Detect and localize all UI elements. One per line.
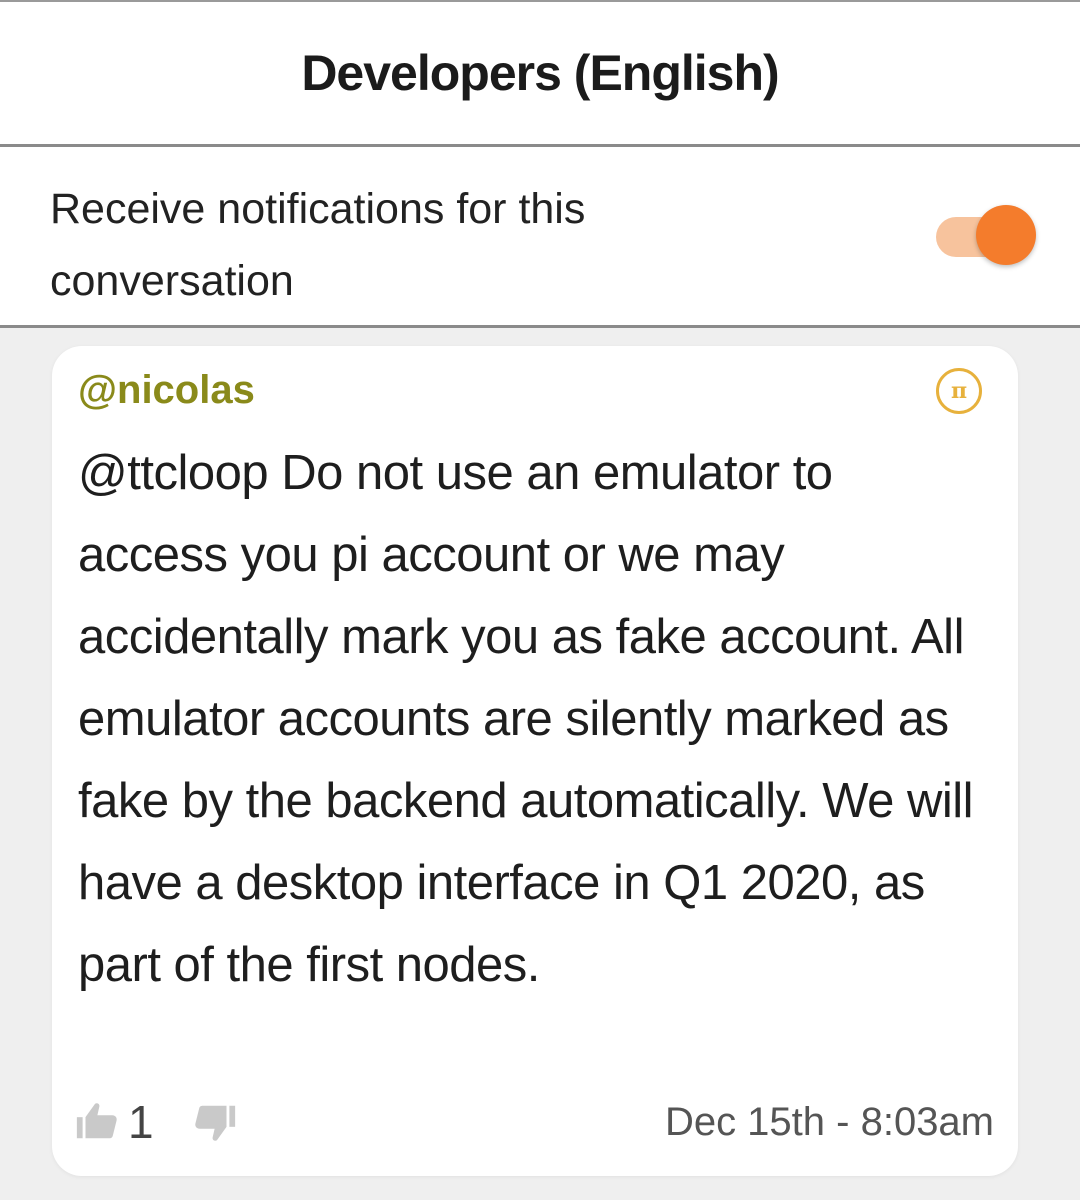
conversation-header: Developers (English) — [0, 0, 1080, 144]
thumbs-up-icon[interactable] — [74, 1098, 120, 1144]
comment-author[interactable]: @nicolas — [78, 368, 255, 413]
notification-setting-label: Receive notifications for this conversat… — [50, 185, 586, 305]
conversation-title: Developers (English) — [301, 45, 779, 101]
like-count: 1 — [128, 1096, 154, 1148]
comment-footer: 1 Dec 15th - 8:03am — [74, 1094, 994, 1150]
toggle-knob — [976, 205, 1036, 265]
comment-text: @ttcloop Do not use an emulator to acces… — [78, 446, 974, 992]
comment-card: @nicolas π @ttcloop Do not use an emulat… — [52, 346, 1018, 1176]
thumbs-down-icon[interactable] — [192, 1100, 238, 1146]
notification-toggle[interactable] — [936, 205, 1040, 269]
notification-setting-row: Receive notifications for this conversat… — [0, 147, 1080, 325]
settings-divider — [0, 325, 1080, 328]
comment-timestamp: Dec 15th - 8:03am — [664, 1100, 994, 1144]
pi-coin-icon: π — [936, 368, 982, 414]
